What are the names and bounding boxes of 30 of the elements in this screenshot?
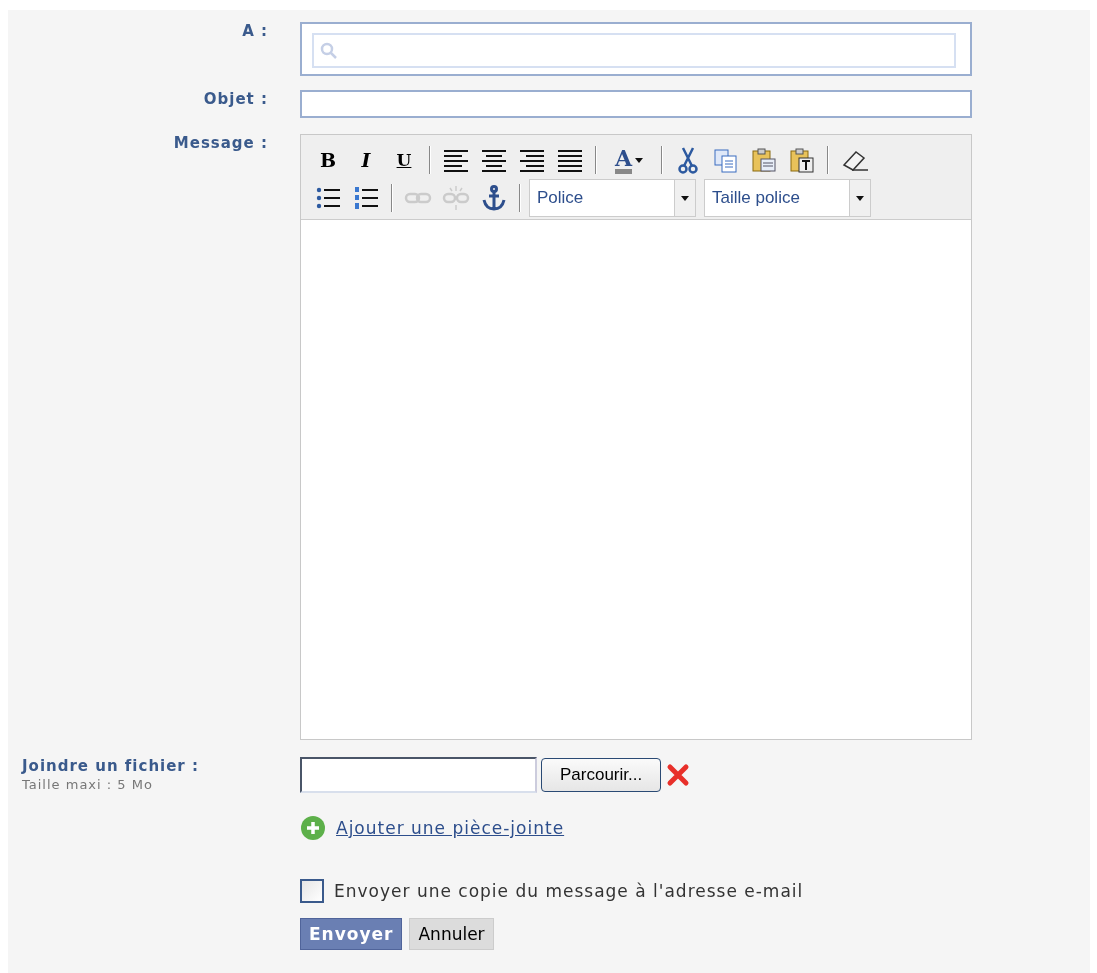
add-attachment-link[interactable]: Ajouter une pièce-jointe (336, 818, 565, 838)
dropdown[interactable]: Police (529, 179, 696, 217)
field-label: Message : (173, 134, 268, 154)
send-button[interactable]: Envoyer (300, 918, 403, 950)
recipient-field[interactable] (300, 22, 972, 76)
file-field[interactable] (300, 757, 537, 793)
search-icon (320, 41, 338, 60)
dropdown[interactable]: Taille police (704, 179, 871, 217)
anchor-icon[interactable] (480, 184, 508, 212)
numbered-list-icon[interactable] (352, 184, 380, 212)
italic-button[interactable]: I (349, 145, 383, 175)
cancel-button[interactable]: Annuler (409, 918, 494, 950)
clipboard-icon[interactable] (750, 146, 778, 174)
underline-button[interactable]: U (387, 145, 421, 175)
search-field[interactable] (312, 33, 956, 68)
clipboard-icon[interactable] (788, 146, 816, 174)
text-color-button[interactable]: A (605, 145, 653, 175)
field-label: A : (242, 22, 268, 42)
browse-button[interactable]: Parcourir... (541, 758, 662, 792)
caret-icon (635, 157, 644, 163)
plus-icon[interactable] (300, 815, 326, 841)
field-label: Objet : (203, 90, 268, 110)
caret-icon (856, 195, 864, 201)
field-label: Joindre un fichier : (22, 757, 199, 775)
bold-button[interactable]: B (311, 145, 345, 175)
size-hint: Taille maxi : 5 Mo (22, 777, 153, 792)
caret-icon (681, 195, 689, 201)
checkbox[interactable] (300, 879, 324, 903)
checkbox-label: Envoyer une copie du message à l'adresse e-mail (334, 881, 804, 901)
subject-field[interactable] (300, 90, 972, 118)
